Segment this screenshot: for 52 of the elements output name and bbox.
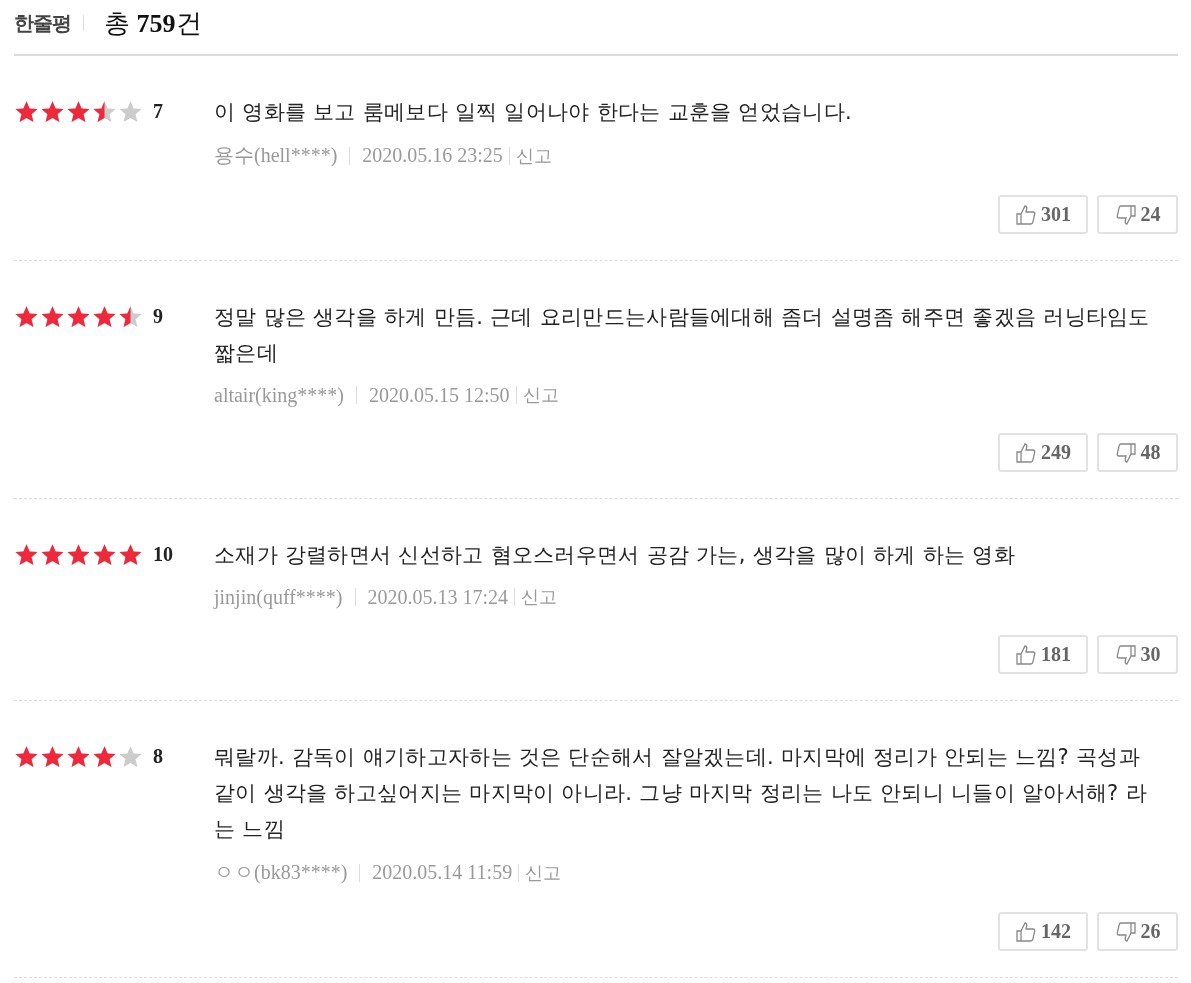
star-icon bbox=[66, 745, 91, 769]
star-icon bbox=[118, 745, 143, 769]
review-text: 이 영화를 보고 룸메보다 일찍 일어나야 한다는 교훈을 얻었습니다. bbox=[214, 99, 853, 126]
thumbs-down-icon bbox=[1114, 643, 1137, 666]
like-button[interactable]: 142 bbox=[998, 912, 1088, 951]
like-button[interactable]: 301 bbox=[998, 195, 1088, 234]
review-date: 2020.05.14 11:59 bbox=[372, 861, 513, 884]
review-text: 소재가 강렬하면서 신선하고 혐오스러우면서 공감 가는, 생각을 많이 하게 하는 영화 bbox=[214, 542, 1016, 569]
star-icon bbox=[92, 305, 117, 329]
rating-score: 9 bbox=[153, 304, 163, 329]
thumbs-up-icon bbox=[1015, 643, 1037, 666]
dislike-button[interactable]: 30 bbox=[1097, 635, 1178, 674]
like-button[interactable]: 181 bbox=[998, 635, 1088, 674]
star-icon bbox=[40, 745, 65, 769]
thumbs-up-icon bbox=[1015, 203, 1037, 226]
review-text: 뭐랄까. 감독이 얘기하고자하는 것은 단순해서 잘알겠는데. 마지막에 정리가 안되는 느낌? 곡성과 같이 생각을 하고싶어지는 마지막이 아니라. 그냥 마지막 정리는 나도 안되니 니들이 알아서해? 라는 느낌 bbox=[214, 744, 1148, 843]
star-icon bbox=[66, 305, 91, 329]
star-icon bbox=[40, 543, 65, 567]
rating-score: 10 bbox=[153, 542, 173, 567]
thumbs-down-icon bbox=[1114, 203, 1137, 226]
review-date: 2020.05.13 17:24 bbox=[367, 585, 509, 609]
review-date: 2020.05.15 12:50 bbox=[368, 383, 510, 407]
thumbs-up-icon bbox=[1015, 920, 1037, 943]
star-icon bbox=[14, 543, 39, 567]
star-icon bbox=[66, 100, 91, 124]
rating-score: 7 bbox=[153, 99, 163, 124]
review-text: 정말 많은 생각을 하게 만듬. 근데 요리만드는사람들에대해 좀더 설명좀 해주면 좋겠음 러닝타임도 짧은데 bbox=[214, 304, 1151, 367]
review-author: altair(king****) bbox=[214, 383, 344, 407]
dislike-button[interactable]: 24 bbox=[1097, 195, 1178, 234]
star-icon bbox=[14, 100, 39, 124]
thumbs-down-icon bbox=[1114, 441, 1137, 464]
review-author: 용수(hell****) bbox=[214, 143, 338, 169]
review-author: jinjin(quff****) bbox=[214, 585, 343, 609]
star-icon bbox=[118, 543, 143, 567]
thumbs-down-icon bbox=[1114, 920, 1137, 943]
rating-score: 8 bbox=[153, 744, 163, 769]
star-icon bbox=[118, 100, 143, 124]
review-count: 총 759건 bbox=[104, 7, 202, 40]
review-date: 2020.05.16 23:25 bbox=[362, 144, 503, 167]
star-icon bbox=[40, 100, 65, 124]
star-icon bbox=[92, 745, 117, 769]
section-title: 한줄평 bbox=[14, 9, 71, 37]
thumbs-up-icon bbox=[1015, 441, 1037, 464]
like-button[interactable]: 249 bbox=[998, 433, 1088, 472]
star-icon bbox=[66, 543, 91, 567]
star-icon bbox=[40, 305, 65, 329]
dislike-button[interactable]: 48 bbox=[1097, 433, 1178, 472]
star-icon bbox=[14, 745, 39, 769]
star-icon bbox=[14, 305, 39, 329]
review-author: ㅇㅇ(bk83****) bbox=[214, 860, 348, 886]
dislike-button[interactable]: 26 bbox=[1097, 912, 1178, 951]
star-icon bbox=[92, 543, 117, 567]
